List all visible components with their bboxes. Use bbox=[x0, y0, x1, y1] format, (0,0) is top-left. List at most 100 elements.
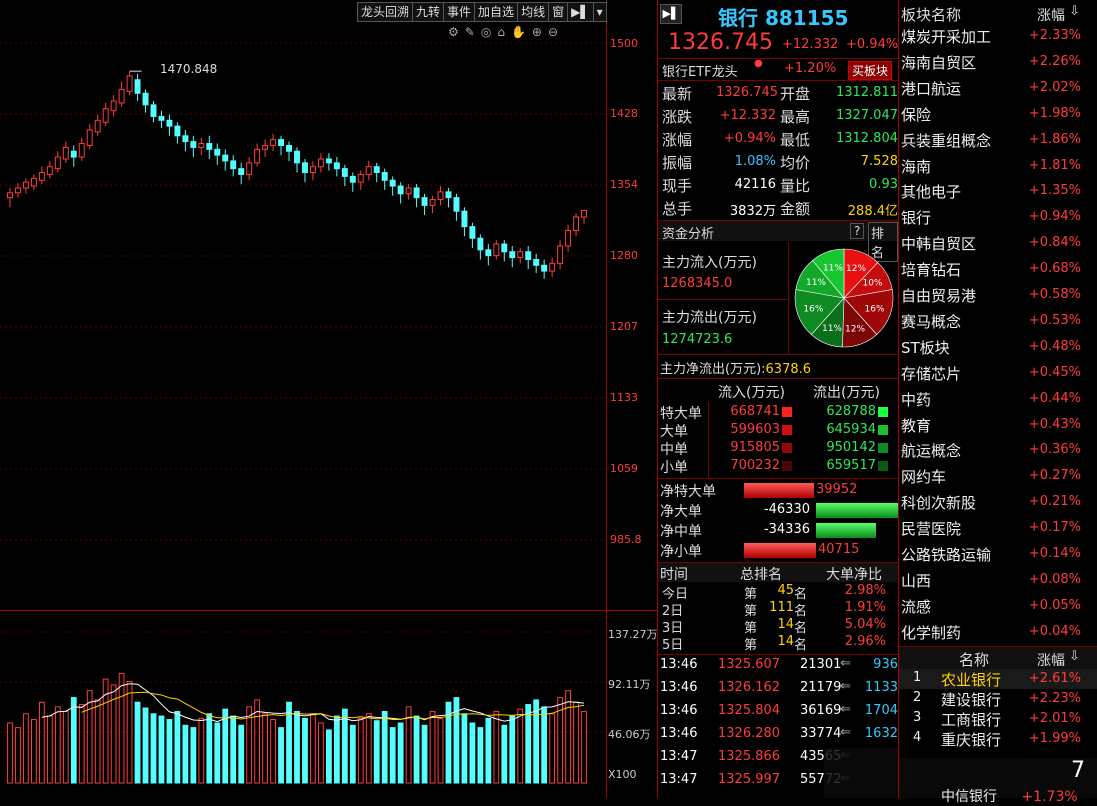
sector-name: 流感 bbox=[901, 597, 932, 616]
capital-pie[interactable]: 12%10%16%12%11%16%11%11% bbox=[792, 246, 896, 350]
pie-label: 16% bbox=[865, 305, 885, 315]
etf-label[interactable]: 银行ETF龙头 bbox=[662, 61, 738, 80]
tick-volume: 21179 bbox=[800, 680, 842, 695]
rank-number: 45 bbox=[777, 583, 794, 598]
net-outflow-value: 6378.6 bbox=[765, 362, 812, 377]
toolbar-add-watch[interactable]: 加自选 bbox=[474, 2, 519, 22]
sector-pct: +0.44% bbox=[1028, 390, 1081, 406]
help-button[interactable]: ? bbox=[850, 223, 865, 239]
sector-row[interactable]: 煤炭开采加工 +2.33% bbox=[899, 24, 1097, 50]
kline-svg[interactable] bbox=[0, 0, 606, 610]
pen-icon[interactable]: ✎ bbox=[465, 25, 475, 39]
zoom-out-icon[interactable]: ⊖ bbox=[548, 25, 558, 39]
sector-name: 自由贸易港 bbox=[901, 287, 977, 305]
sector-row[interactable]: 保险 +1.98% bbox=[899, 102, 1097, 128]
price-change: +12.332 bbox=[782, 37, 839, 52]
sector-row[interactable]: 赛马概念 +0.53% bbox=[899, 309, 1097, 335]
candle bbox=[158, 110, 165, 129]
candle bbox=[325, 153, 332, 171]
stock-row[interactable]: 3 工商银行 +2.01% bbox=[899, 709, 1097, 729]
stock-header-name[interactable]: 名称 bbox=[959, 649, 989, 670]
candle bbox=[333, 157, 340, 177]
sector-row[interactable]: 流感 +0.05% bbox=[899, 594, 1097, 620]
kline-chart[interactable]: 龙头回溯 九转 事件 加自选 均线 窗 ▶▌ ▾ ⚙ ✎ ◎ ⌂ ✋ ⊕ ⊖ 1… bbox=[0, 0, 658, 798]
toolbar-window[interactable]: 窗 bbox=[548, 2, 569, 22]
sector-row[interactable]: 存储芯片 +0.45% bbox=[899, 361, 1097, 387]
toolbar-dropdown-icon[interactable]: ▾ bbox=[592, 2, 607, 22]
sector-row[interactable]: 网约车 +0.27% bbox=[899, 464, 1097, 490]
volume-tick: 46.06万 bbox=[608, 728, 651, 741]
sector-row[interactable]: ST板块 +0.48% bbox=[899, 335, 1097, 361]
sector-row[interactable]: 海南 +1.81% bbox=[899, 154, 1097, 180]
sector-row[interactable]: 港口航运 +2.02% bbox=[899, 76, 1097, 102]
sector-pct: +0.68% bbox=[1028, 261, 1081, 277]
sector-row[interactable]: 其他电子 +1.35% bbox=[899, 179, 1097, 205]
buy-sector-button[interactable]: 买板块 bbox=[848, 61, 893, 80]
flow-in-swatch bbox=[782, 425, 792, 435]
settings-icon[interactable]: ⚙ bbox=[448, 25, 459, 39]
net-value: 39952 bbox=[816, 482, 858, 497]
sector-row[interactable]: 山西 +0.08% bbox=[899, 568, 1097, 594]
sector-row[interactable]: 公路铁路运输 +0.14% bbox=[899, 542, 1097, 568]
toolbar-ma[interactable]: 均线 bbox=[517, 2, 550, 22]
volume-bar bbox=[477, 727, 484, 784]
price-tick: 985.8 bbox=[610, 533, 642, 546]
volume-bar bbox=[70, 697, 77, 784]
candle bbox=[317, 153, 324, 173]
hand-icon[interactable]: ✋ bbox=[511, 25, 526, 39]
rank-ratio: 2.96% bbox=[844, 634, 886, 649]
sector-header-pct[interactable]: 涨幅 bbox=[1037, 5, 1065, 25]
zoom-in-icon[interactable]: ⊕ bbox=[532, 25, 542, 39]
stock-sort-down-icon[interactable]: ⇩ bbox=[1069, 649, 1080, 664]
sector-header-name[interactable]: 板块名称 bbox=[901, 4, 961, 25]
partial-stock-name[interactable]: 中信银行 +1.73% bbox=[901, 786, 1078, 806]
sector-row[interactable]: 化学制药 +0.04% bbox=[899, 620, 1097, 646]
price-tick: 1428 bbox=[610, 107, 638, 120]
sector-row[interactable]: 兵装重组概念 +1.86% bbox=[899, 128, 1097, 154]
stock-row[interactable]: 4 重庆银行 +1.99% bbox=[899, 729, 1097, 749]
volume-bar bbox=[533, 699, 540, 784]
volume-bar bbox=[198, 717, 205, 784]
toolbar-event[interactable]: 事件 bbox=[443, 2, 476, 22]
volume-bar bbox=[31, 719, 37, 784]
sector-row[interactable]: 航运概念 +0.36% bbox=[899, 438, 1097, 464]
sector-row[interactable]: 科创次新股 +0.21% bbox=[899, 490, 1097, 516]
candle bbox=[22, 178, 29, 194]
sector-pct: +0.43% bbox=[1028, 416, 1081, 432]
sector-pct: +0.45% bbox=[1028, 364, 1081, 380]
toolbar-play-icon[interactable]: ▶▌ bbox=[567, 2, 594, 22]
candle bbox=[206, 135, 213, 159]
sector-row[interactable]: 培育钻石 +0.68% bbox=[899, 257, 1097, 283]
sector-name: 其他电子 bbox=[901, 183, 962, 202]
stock-header-pct[interactable]: 涨幅 bbox=[1037, 650, 1065, 670]
sector-row[interactable]: 中药 +0.44% bbox=[899, 387, 1097, 413]
stock-pct: +2.61% bbox=[1028, 671, 1081, 686]
volume-svg[interactable] bbox=[0, 615, 606, 785]
sector-row[interactable]: 自由贸易港 +0.58% bbox=[899, 283, 1097, 309]
sector-name: 民营医院 bbox=[901, 520, 962, 539]
stock-row[interactable]: 2 建设银行 +2.23% bbox=[899, 689, 1097, 709]
sector-row[interactable]: 教育 +0.43% bbox=[899, 413, 1097, 439]
sector-row[interactable]: 中韩自贸区 +0.84% bbox=[899, 231, 1097, 257]
candle bbox=[182, 129, 189, 152]
sector-pct: +1.35% bbox=[1028, 183, 1081, 199]
sector-name: 煤炭开采加工 bbox=[901, 28, 992, 46]
lock-icon[interactable]: ⌂ bbox=[497, 25, 505, 39]
stock-row[interactable]: 1 农业银行 +2.61% bbox=[899, 669, 1097, 689]
rank-ratio: 1.91% bbox=[844, 600, 886, 615]
toolbar-longtou[interactable]: 龙头回溯 bbox=[357, 2, 414, 22]
sector-name: 航运概念 bbox=[901, 442, 962, 461]
volume-bar bbox=[166, 719, 173, 784]
sector-row[interactable]: 银行 +0.94% bbox=[899, 205, 1097, 231]
sector-row[interactable]: 民营医院 +0.17% bbox=[899, 516, 1097, 542]
collapse-icon[interactable]: ▶▌ bbox=[660, 4, 682, 24]
sort-down-icon[interactable]: ⇩ bbox=[1069, 4, 1080, 19]
sector-row[interactable]: 海南自贸区 +2.26% bbox=[899, 50, 1097, 76]
toolbar-jiuzhuan[interactable]: 九转 bbox=[412, 2, 445, 22]
volume-bar bbox=[190, 727, 197, 784]
eye-icon[interactable]: ◎ bbox=[481, 25, 491, 39]
candle bbox=[238, 162, 245, 185]
net-value: -46330 bbox=[763, 502, 810, 517]
last-price: 1326.745 bbox=[668, 30, 773, 55]
volume-bar bbox=[397, 722, 404, 784]
